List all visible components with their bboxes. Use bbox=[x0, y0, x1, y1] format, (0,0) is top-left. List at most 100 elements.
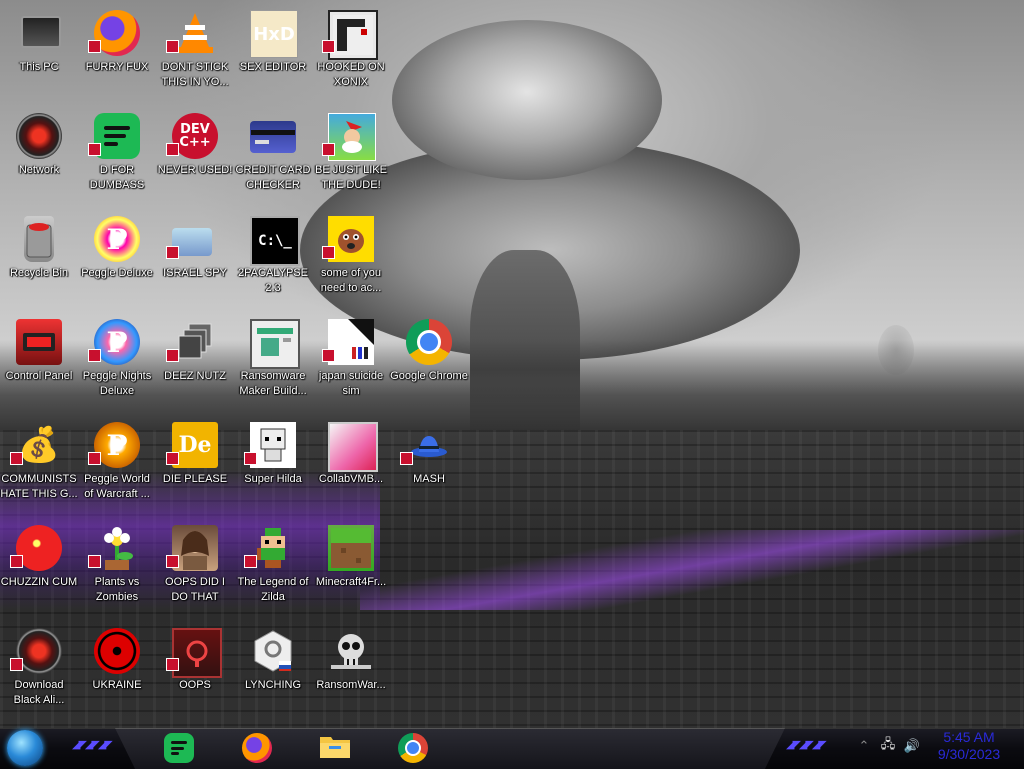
icon-label: 2PACALYPSE 2.3 bbox=[238, 267, 308, 294]
icon-label: DONT STICK THIS IN YO... bbox=[161, 61, 229, 88]
desktop-icon-deez-nutz[interactable]: DEEZ NUTZ bbox=[156, 315, 234, 415]
shortcut-badge-icon bbox=[88, 349, 101, 362]
icon-label: DIE PLEASE bbox=[162, 473, 228, 485]
shortcut-badge-icon bbox=[322, 246, 335, 259]
desktop-icon-never-used[interactable]: DEV C++ NEVER USED! bbox=[156, 109, 234, 209]
shortcut-badge-icon bbox=[322, 143, 335, 156]
icon-label: Peggle Nights Deluxe bbox=[82, 370, 152, 397]
speaker-icon[interactable]: 🔊 bbox=[904, 738, 920, 754]
icon-label: Download Black Ali... bbox=[13, 679, 65, 706]
shortcut-badge-icon bbox=[166, 349, 179, 362]
desktop-icon-peggle-nights[interactable]: P Peggle Nights Deluxe bbox=[78, 315, 156, 415]
icon-label: some of you need to ac... bbox=[320, 267, 382, 294]
desktop-icon-this-pc[interactable]: This PC bbox=[0, 6, 78, 106]
shortcut-badge-icon bbox=[88, 555, 101, 568]
icon-label: LYNCHING bbox=[244, 679, 302, 691]
start-orb-icon[interactable] bbox=[7, 730, 43, 766]
desktop-icon-chuzzin-cum[interactable]: CHUZZIN CUM bbox=[0, 521, 78, 621]
xonix-icon bbox=[328, 10, 378, 60]
clock-date: 9/30/2023 bbox=[937, 746, 1001, 762]
icon-label: Ransomware Maker Build... bbox=[239, 370, 307, 397]
command-prompt-icon: C:\_ bbox=[250, 216, 300, 266]
icon-label: UKRAINE bbox=[92, 679, 142, 691]
desktop-icon-sex-editor[interactable]: HxD SEX EDITOR bbox=[234, 6, 312, 106]
clock-time: 5:45 AM bbox=[943, 729, 995, 745]
collabvm-icon bbox=[328, 422, 378, 472]
desktop-icon-2pacalypse[interactable]: C:\_ 2PACALYPSE 2.3 bbox=[234, 212, 312, 312]
shortcut-badge-icon bbox=[244, 452, 257, 465]
desktop-icon-plants-vs-zombies[interactable]: Plants vs Zombies bbox=[78, 521, 156, 621]
network-icon bbox=[16, 113, 62, 159]
desktop-icon-mash[interactable]: MASH bbox=[390, 418, 468, 518]
shortcut-badge-icon bbox=[88, 452, 101, 465]
computer-icon bbox=[21, 16, 61, 48]
icon-label: NEVER USED! bbox=[157, 164, 233, 176]
folder-icon bbox=[319, 732, 351, 764]
desktop-icon-legend-of-zilda[interactable]: The Legend of Zilda bbox=[234, 521, 312, 621]
icon-label: COMMUNISTS HATE THIS G... bbox=[0, 473, 78, 500]
control-panel-icon bbox=[16, 319, 62, 365]
desktop-icon-oops-did-i[interactable]: OOPS DID I DO THAT bbox=[156, 521, 234, 621]
desktop-icon-hooked-on-xonix[interactable]: HOOKED ON XONIX bbox=[312, 6, 390, 106]
skull-icon bbox=[328, 628, 374, 674]
desktop-icon-recycle-bin[interactable]: Recycle Bin bbox=[0, 212, 78, 312]
desktop-icon-control-panel[interactable]: Control Panel bbox=[0, 315, 78, 415]
chrome-icon bbox=[398, 733, 428, 763]
shortcut-badge-icon bbox=[166, 40, 179, 53]
taskbar-chrome-button[interactable] bbox=[396, 732, 430, 764]
desktop-icon-furry-fux[interactable]: FURRY FUX bbox=[78, 6, 156, 106]
desktop-icon-network[interactable]: Network bbox=[0, 109, 78, 209]
icon-label: FURRY FUX bbox=[85, 61, 149, 73]
taskbar-spotify-button[interactable] bbox=[162, 732, 196, 764]
desktop-icon-ukraine[interactable]: UKRAINE bbox=[78, 624, 156, 724]
desktop-icon-ransomware-maker[interactable]: Ransomware Maker Build... bbox=[234, 315, 312, 415]
decorative-arrows-icon: ◢◤◢◤◢◤ bbox=[786, 738, 827, 751]
desktop-icon-israel-spy[interactable]: ISRAEL SPY bbox=[156, 212, 234, 312]
desktop-icon-die-please[interactable]: De DIE PLEASE bbox=[156, 418, 234, 518]
desktop-icon-dont-stick[interactable]: DONT STICK THIS IN YO... bbox=[156, 6, 234, 106]
icon-label: D FOR DUMBASS bbox=[89, 164, 145, 191]
desktop-icon-japan-suicide-sim[interactable]: japan suicide sim bbox=[312, 315, 390, 415]
icon-label: Control Panel bbox=[5, 370, 73, 382]
desktop-icon-lynching[interactable]: LYNCHING bbox=[234, 624, 312, 724]
taskbar-file-explorer-button[interactable] bbox=[318, 732, 352, 764]
desktop-icon-d-for-dumbass[interactable]: D FOR DUMBASS bbox=[78, 109, 156, 209]
desktop-icon-super-hilda[interactable]: Super Hilda bbox=[234, 418, 312, 518]
icon-label: OOPS DID I DO THAT bbox=[165, 576, 225, 603]
desktop-icon-communists[interactable]: 💰 COMMUNISTS HATE THIS G... bbox=[0, 418, 78, 518]
desktop-icon-ransomwar[interactable]: RansomWar... bbox=[312, 624, 390, 724]
desktop-icon-peggle-world[interactable]: P Peggle World of Warcraft ... bbox=[78, 418, 156, 518]
firefox-icon bbox=[242, 733, 272, 763]
minecraft-icon bbox=[328, 525, 374, 571]
icon-label: CollabVMB... bbox=[318, 473, 384, 485]
icon-label: Recycle Bin bbox=[9, 267, 69, 279]
icon-label: japan suicide sim bbox=[318, 370, 384, 397]
icon-label: The Legend of Zilda bbox=[237, 576, 309, 603]
chevron-up-icon[interactable]: ⌃ bbox=[856, 738, 872, 754]
icon-label: DEEZ NUTZ bbox=[164, 370, 226, 382]
desktop-icon-be-just-like[interactable]: BE JUST LIKE THE DUDE! bbox=[312, 109, 390, 209]
desktop-icon-download-black[interactable]: Download Black Ali... bbox=[0, 624, 78, 724]
taskbar-clock[interactable]: 5:45 AM 9/30/2023 bbox=[926, 729, 1012, 763]
window-app-icon bbox=[250, 319, 300, 369]
shortcut-badge-icon bbox=[88, 40, 101, 53]
shortcut-badge-icon bbox=[166, 658, 179, 671]
shortcut-badge-icon bbox=[10, 452, 23, 465]
desktop-icon-some-of-you[interactable]: some of you need to ac... bbox=[312, 212, 390, 312]
shortcut-badge-icon bbox=[322, 40, 335, 53]
shortcut-badge-icon bbox=[400, 452, 413, 465]
desktop-icon-peggle-deluxe[interactable]: P Peggle Deluxe bbox=[78, 212, 156, 312]
lynching-icon bbox=[250, 628, 296, 674]
desktop-icon-google-chrome[interactable]: Google Chrome bbox=[390, 315, 468, 415]
desktop-icon-credit-card-checker[interactable]: CREDIT CARD CHECKER bbox=[234, 109, 312, 209]
desktop-icon-oops[interactable]: OOPS bbox=[156, 624, 234, 724]
recycle-bin-icon bbox=[24, 216, 54, 262]
shortcut-badge-icon bbox=[244, 555, 257, 568]
credit-card-icon bbox=[250, 121, 296, 153]
network-tray-icon[interactable]: 🖧 bbox=[880, 737, 896, 754]
desktop-icon-collabvmb[interactable]: CollabVMB... bbox=[312, 418, 390, 518]
shortcut-badge-icon bbox=[166, 452, 179, 465]
icon-label: ISRAEL SPY bbox=[163, 267, 227, 279]
taskbar-firefox-button[interactable] bbox=[240, 732, 274, 764]
desktop-icon-minecraft4fr[interactable]: Minecraft4Fr... bbox=[312, 521, 390, 621]
